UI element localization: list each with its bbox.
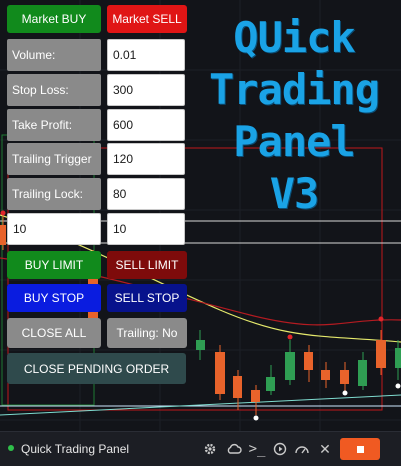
market-sell-button[interactable]: Market SELL <box>107 5 187 33</box>
console-icon[interactable]: >_ <box>247 439 267 459</box>
stop-loss-label: Stop Loss: <box>7 74 101 106</box>
trailing-lock-input[interactable]: 80 <box>107 178 185 210</box>
trailing-trigger-input[interactable]: 120 <box>107 143 185 175</box>
volume-label: Volume: <box>7 39 101 71</box>
sell-limit-button[interactable]: SELL LIMIT <box>107 251 187 279</box>
take-profit-input[interactable]: 600 <box>107 109 185 141</box>
cloud-icon[interactable] <box>224 439 244 459</box>
pending-sell-distance-input[interactable]: 10 <box>107 213 185 245</box>
title-line-2: Trading <box>208 65 380 114</box>
title-line-3: Panel <box>233 117 355 166</box>
ea-name: Quick Trading Panel <box>21 442 130 456</box>
status-indicator <box>8 445 14 451</box>
buy-limit-button[interactable]: BUY LIMIT <box>7 251 101 279</box>
ea-status-bar: Quick Trading Panel >_ ✕ <box>0 431 401 466</box>
timer-icon[interactable] <box>270 439 290 459</box>
title-line-1: QUick <box>233 13 355 62</box>
pending-buy-distance-input[interactable]: 10 <box>7 213 101 245</box>
panel-title: QUick Trading Panel V3 <box>194 12 394 220</box>
close-pending-order-button[interactable]: CLOSE PENDING ORDER <box>7 353 186 384</box>
stop-icon <box>356 445 364 453</box>
gear-icon[interactable] <box>200 439 220 459</box>
market-buy-button[interactable]: Market BUY <box>7 5 101 33</box>
stop-loss-input[interactable]: 300 <box>107 74 185 106</box>
volume-input[interactable]: 0.01 <box>107 39 185 71</box>
take-profit-label: Take Profit: <box>7 109 101 141</box>
buy-stop-button[interactable]: BUY STOP <box>7 284 101 312</box>
stop-button[interactable] <box>340 438 380 460</box>
trailing-trigger-label: Trailing Trigger <box>7 143 101 175</box>
sell-stop-button[interactable]: SELL STOP <box>107 284 187 312</box>
close-all-button[interactable]: CLOSE ALL <box>7 318 101 348</box>
close-icon[interactable]: ✕ <box>315 439 335 459</box>
trailing-lock-label: Trailing Lock: <box>7 178 101 210</box>
trailing-toggle-button[interactable]: Trailing: No <box>107 318 187 348</box>
title-line-4: V3 <box>269 169 320 218</box>
gauge-icon[interactable] <box>292 439 312 459</box>
